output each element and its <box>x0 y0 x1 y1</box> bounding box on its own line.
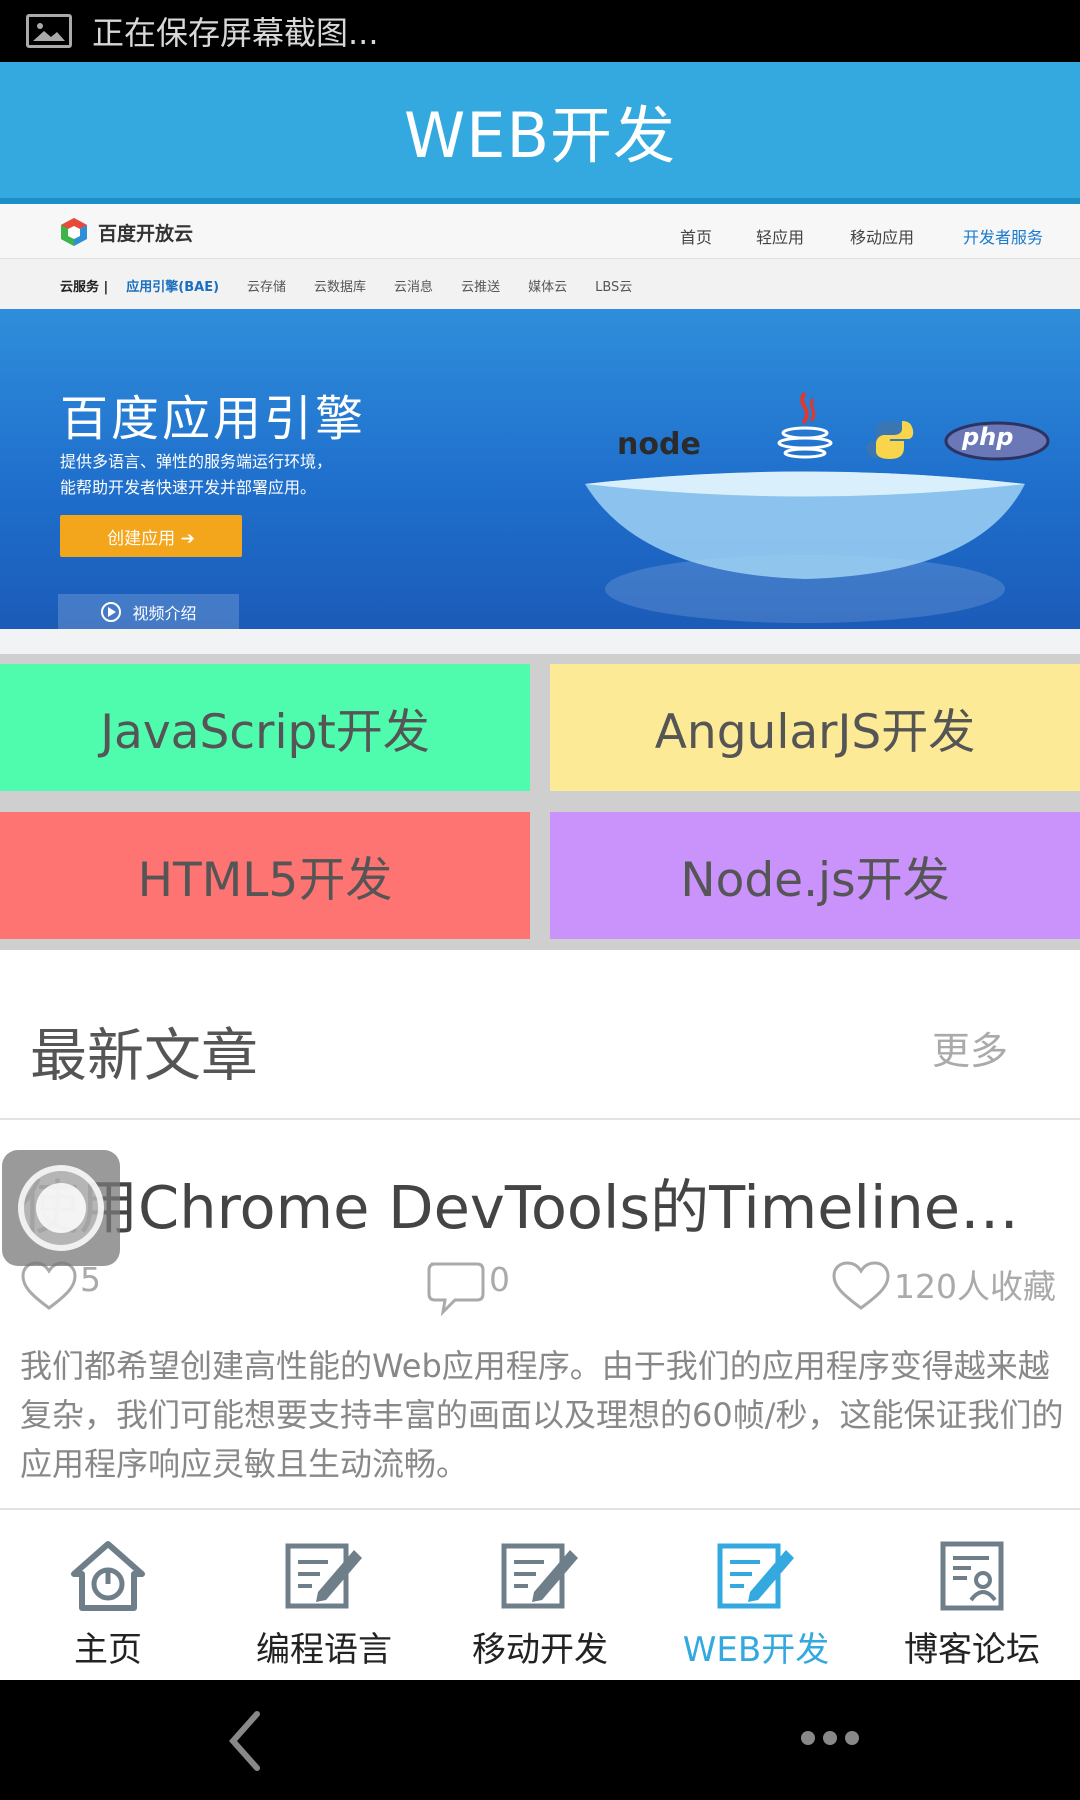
video-intro-label: 视频介绍 <box>132 604 197 623</box>
tab-label: 博客论坛 <box>904 1630 1040 1670</box>
edit-icon <box>501 1543 578 1609</box>
tab-label: 移动开发 <box>472 1630 608 1670</box>
video-intro-button: 视频介绍 <box>58 594 239 629</box>
article-card[interactable]: 使用Chrome DevTools的Timeline和Pr.. 5 0 120人… <box>0 1120 1080 1510</box>
edit-icon <box>285 1543 362 1609</box>
banner-logo: 百度开放云 <box>58 216 193 248</box>
banner-image[interactable]: 百度开放云 首页 轻应用 移动应用 开发者服务 云服务 | 应用引擎(BAE) … <box>0 204 1080 654</box>
image-icon <box>26 14 72 48</box>
tab-web-dev[interactable]: WEB开发 <box>648 1512 864 1680</box>
section-title: 最新文章 <box>30 1023 258 1089</box>
home-icon <box>71 1541 145 1611</box>
banner-bottom-strip <box>0 629 1080 654</box>
banner-nav-light-app: 轻应用 <box>756 228 805 247</box>
banner-logo-text: 百度开放云 <box>98 222 194 245</box>
tab-programming-language[interactable]: 编程语言 <box>216 1512 432 1680</box>
like-stat[interactable]: 5 <box>20 1260 101 1312</box>
latest-articles-header: 最新文章 更多 <box>0 950 1080 1120</box>
banner-subnav-item: 云服务 | <box>60 279 109 295</box>
system-nav-bar <box>0 1680 1080 1800</box>
python-icon <box>866 421 914 459</box>
assistive-touch-dot <box>36 1183 86 1233</box>
category-javascript[interactable]: JavaScript开发 <box>0 664 530 791</box>
node-logo: node <box>617 427 701 462</box>
tab-home[interactable]: 主页 <box>0 1512 216 1680</box>
banner-nav-home: 首页 <box>680 228 713 247</box>
title-bar: WEB开发 <box>0 62 1080 204</box>
more-link[interactable]: 更多 <box>932 1020 1008 1075</box>
tab-label: 主页 <box>74 1630 142 1670</box>
tab-label: WEB开发 <box>682 1630 830 1670</box>
banner-nav-mobile-app: 移动应用 <box>850 228 915 247</box>
banner-subnav-item: 云存储 <box>247 279 287 295</box>
banner-subnav-item: 云推送 <box>461 279 501 295</box>
category-grid: JavaScript开发 AngularJS开发 HTML5开发 Node.js… <box>0 654 1080 950</box>
tab-label: 编程语言 <box>256 1630 392 1670</box>
banner-subnav-item: 应用引擎(BAE) <box>126 279 220 295</box>
php-logo: php <box>962 423 1014 451</box>
tab-blog-forum[interactable]: 博客论坛 <box>864 1512 1080 1680</box>
category-html5[interactable]: HTML5开发 <box>0 812 530 939</box>
comment-count: 0 <box>489 1260 510 1299</box>
banner-description: 提供多语言、弹性的服务端运行环境， 能帮助开发者快速开发并部署应用。 <box>60 449 332 501</box>
bottom-tab-bar: 主页 编程语言 移动开发 WEB开发 博客论坛 <box>0 1512 1080 1680</box>
category-nodejs[interactable]: Node.js开发 <box>550 812 1080 939</box>
banner-nav-developer: 开发者服务 <box>963 228 1044 247</box>
edit-icon <box>717 1543 794 1609</box>
banner-subnav: 云服务 | 应用引擎(BAE) 云存储 云数据库 云消息 云推送 媒体云 LBS… <box>0 259 1080 311</box>
more-dots-icon[interactable] <box>800 1730 860 1746</box>
heart-icon <box>21 1261 77 1310</box>
favorite-stat[interactable]: 120人收藏 <box>830 1260 1056 1312</box>
article-title[interactable]: 使用Chrome DevTools的Timeline和Pr.. <box>20 1160 1065 1245</box>
page-title: WEB开发 <box>403 99 676 172</box>
banner-hero: 百度应用引擎 提供多语言、弹性的服务端运行环境， 能帮助开发者快速开发并部署应用… <box>0 309 1080 629</box>
platform-bowl-graphic <box>585 471 1025 623</box>
banner-subnav-item: 媒体云 <box>528 279 568 295</box>
category-angularjs[interactable]: AngularJS开发 <box>550 664 1080 791</box>
java-icon <box>777 391 833 459</box>
banner-topnav: 百度开放云 首页 轻应用 移动应用 开发者服务 <box>0 204 1080 259</box>
tab-mobile-dev[interactable]: 移动开发 <box>432 1512 648 1680</box>
play-icon <box>101 602 122 622</box>
back-icon[interactable] <box>225 1710 265 1772</box>
comment-icon <box>427 1262 485 1316</box>
banner-desc-line: 提供多语言、弹性的服务端运行环境， <box>60 452 333 471</box>
assistive-touch-button[interactable] <box>2 1150 120 1266</box>
cloud-logo-icon <box>61 218 87 246</box>
create-app-button: 创建应用 ➔ <box>60 515 242 557</box>
banner-subnav-item: 云消息 <box>394 279 434 295</box>
banner-subnav-item: 云数据库 <box>314 279 367 295</box>
banner-headline: 百度应用引擎 <box>60 391 367 447</box>
banner-subnav-item: LBS云 <box>595 279 633 295</box>
heart-icon <box>832 1261 890 1310</box>
comment-stat[interactable]: 0 <box>425 1260 510 1316</box>
banner-desc-line: 能帮助开发者快速开发并部署应用。 <box>60 478 317 497</box>
status-bar: 正在保存屏幕截图... <box>0 0 1080 62</box>
favorite-count: 120人收藏 <box>894 1267 1056 1306</box>
profile-card-icon <box>940 1541 1004 1611</box>
article-excerpt: 我们都希望创建高性能的Web应用程序。由于我们的应用程序变得越来越复杂，我们可能… <box>20 1347 1064 1483</box>
status-text: 正在保存屏幕截图... <box>92 14 379 52</box>
